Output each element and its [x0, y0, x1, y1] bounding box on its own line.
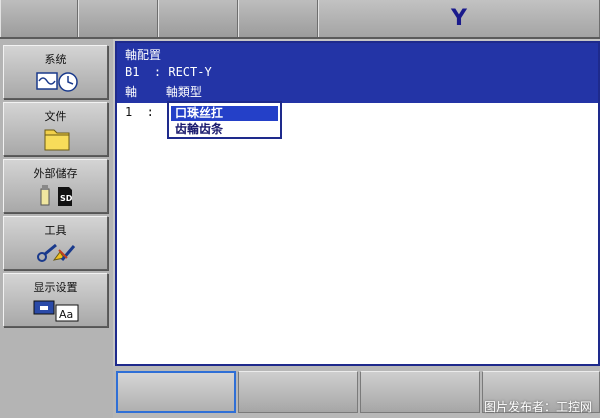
sidebar-item-label: 外部儲存 [33, 167, 78, 180]
softkey-1[interactable] [116, 371, 236, 413]
sidebar-item-display-settings[interactable]: 显示设置 Aa [3, 273, 108, 327]
display-font-icon: Aa [4, 297, 107, 323]
sidebar-item-label: 工具 [44, 224, 67, 237]
panel-header: 軸配置 B1 : RECT-Y 軸 軸類型 [117, 43, 598, 103]
sidebar-item-tools[interactable]: 工具 [3, 216, 108, 270]
top-tab-2[interactable] [78, 0, 158, 37]
sidebar: 系统 文件 外部儲存 SD 工具 显示设置 Aa [0, 39, 113, 418]
page-title: 軸配置 [125, 48, 162, 62]
top-tab-1[interactable] [0, 0, 78, 37]
svg-text:SD: SD [60, 194, 73, 203]
top-bar: Y [0, 0, 600, 38]
sidebar-item-label: 文件 [44, 110, 67, 123]
dropdown-option-rack-pinion[interactable]: 齿輪齿条 [171, 122, 278, 137]
sidebar-item-label: 显示设置 [33, 281, 78, 294]
folder-icon [4, 126, 107, 152]
signal-clock-icon [4, 69, 107, 95]
sd-card-icon: SD [4, 183, 107, 209]
softkey-2[interactable] [238, 371, 358, 413]
softkey-3[interactable] [360, 371, 480, 413]
axis-config-panel: 軸配置 B1 : RECT-Y 軸 軸類型 1 : 口珠丝扛 齿輪齿条 [115, 41, 600, 366]
dropdown-option-ball-screw[interactable]: 口珠丝扛 [170, 105, 279, 122]
top-tab-3[interactable] [158, 0, 238, 37]
svg-text:Aa: Aa [59, 308, 73, 321]
sidebar-item-external-storage[interactable]: 外部儲存 SD [3, 159, 108, 213]
axis-type-dropdown[interactable]: 口珠丝扛 齿輪齿条 [167, 101, 282, 139]
sidebar-item-file[interactable]: 文件 [3, 102, 108, 156]
sidebar-item-label: 系统 [44, 53, 67, 66]
b1-line: B1 : RECT-Y [125, 65, 212, 79]
watermark: 图片发布者：工控网 [483, 400, 592, 414]
axis-type-header: 軸 軸類型 [125, 85, 202, 99]
sidebar-item-system[interactable]: 系统 [3, 45, 108, 99]
tools-icon [4, 240, 107, 266]
axis-indicator: Y [318, 0, 600, 37]
axis-row-1-label: 1 : [125, 105, 154, 119]
top-tab-4[interactable] [238, 0, 318, 37]
